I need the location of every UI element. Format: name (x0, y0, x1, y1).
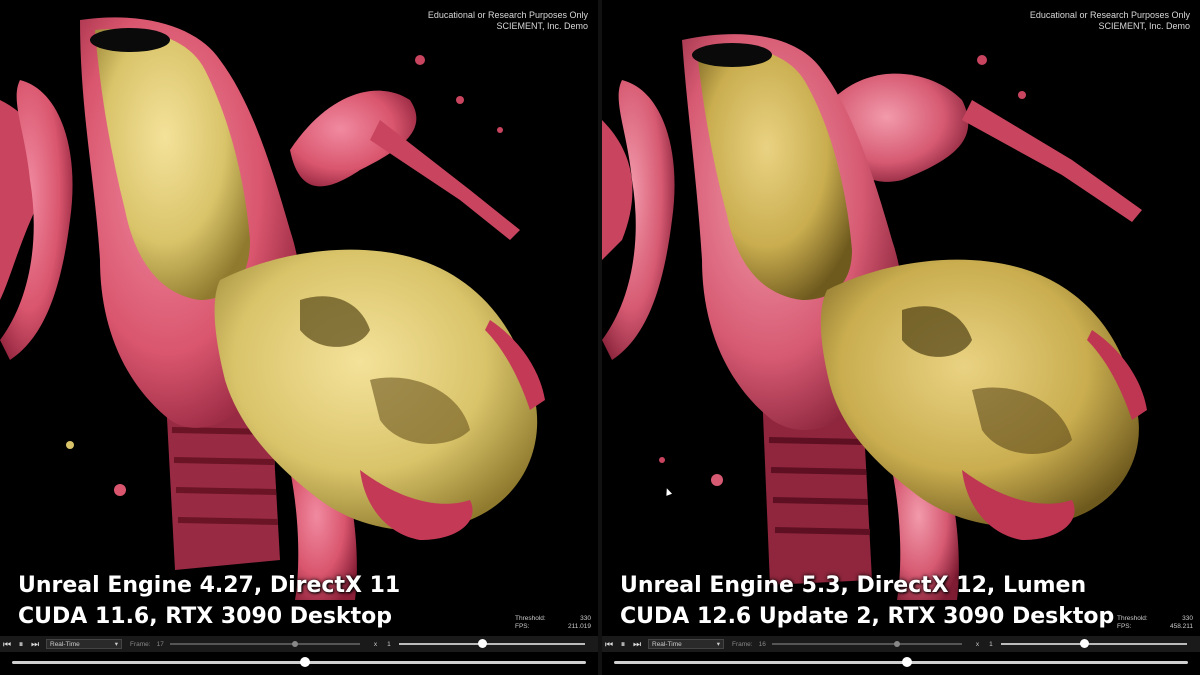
render-stats: Threshold: 330 FPS: 211.019 (515, 615, 591, 631)
watermark: Educational or Research Purposes Only SC… (1030, 10, 1190, 32)
frame-value: 17 (156, 640, 164, 648)
watermark-line: SCIEMENT, Inc. Demo (1098, 21, 1190, 31)
heart-volume-render (602, 34, 1147, 600)
render-panel-right: Educational or Research Purposes Only SC… (602, 0, 1200, 675)
pause-icon[interactable]: ⏸ (14, 637, 28, 651)
speed-slider-thumb[interactable] (477, 639, 487, 648)
threshold-value: 330 (1182, 615, 1193, 622)
fps-value: 458.211 (1169, 623, 1193, 630)
caption: Unreal Engine 4.27, DirectX 11 CUDA 11.6… (18, 570, 400, 632)
threshold-label: Threshold: (515, 615, 546, 622)
chevron-down-icon: ▾ (114, 641, 118, 648)
frame-slider[interactable] (169, 641, 360, 647)
frame-slider-thumb[interactable] (292, 641, 299, 647)
caption-line: CUDA 11.6, RTX 3090 Desktop (18, 604, 393, 629)
caption-line: Unreal Engine 4.27, DirectX 11 (18, 573, 401, 598)
timeline-slider[interactable] (614, 657, 1188, 667)
frame-slider-thumb[interactable] (894, 641, 901, 647)
step-back-icon[interactable]: ⏮ (0, 637, 14, 651)
volume-render-viewport[interactable] (602, 0, 1200, 632)
caption: Unreal Engine 5.3, DirectX 12, Lumen CUD… (620, 570, 1114, 632)
caption-line: Unreal Engine 5.3, DirectX 12, Lumen (620, 573, 1087, 598)
timeline-slider-thumb[interactable] (901, 657, 912, 667)
speed-slider-thumb[interactable] (1079, 639, 1089, 648)
speed-slider[interactable] (398, 639, 585, 648)
render-panel-left: Educational or Research Purposes Only SC… (0, 0, 598, 675)
step-back-icon[interactable]: ⏮ (602, 637, 616, 651)
speed-label: x (373, 640, 378, 648)
mode-select-value: Real-Time (652, 640, 682, 648)
threshold-label: Threshold: (1117, 615, 1148, 622)
playback-controls: ⏮ ⏸ ⏭ Real-Time ▾ Frame: 16 x 1 (602, 636, 1200, 652)
playback-controls: ⏮ ⏸ ⏭ Real-Time ▾ Frame: 17 x 1 (0, 636, 598, 652)
frame-label: Frame: (732, 640, 753, 648)
watermark-line: Educational or Research Purposes Only (427, 10, 588, 20)
frame-label: Frame: (130, 640, 151, 648)
speed-value: 1 (387, 640, 391, 648)
timeline-slider[interactable] (12, 657, 586, 667)
step-forward-icon[interactable]: ⏭ (28, 637, 42, 651)
step-forward-icon[interactable]: ⏭ (630, 637, 644, 651)
fps-label: FPS: (515, 623, 530, 630)
threshold-value: 330 (580, 615, 591, 622)
speed-label: x (975, 640, 980, 648)
mode-select[interactable]: Real-Time ▾ (648, 639, 724, 649)
heart-volume-render (0, 17, 545, 600)
watermark-line: Educational or Research Purposes Only (1029, 10, 1190, 20)
volume-render-viewport[interactable] (0, 0, 598, 632)
speed-slider[interactable] (1000, 639, 1187, 648)
fps-value: 211.019 (567, 623, 591, 630)
mode-select-value: Real-Time (50, 640, 80, 648)
caption-line: CUDA 12.6 Update 2, RTX 3090 Desktop (620, 604, 1115, 629)
watermark: Educational or Research Purposes Only SC… (428, 10, 588, 32)
mode-select[interactable]: Real-Time ▾ (46, 639, 122, 649)
chevron-down-icon: ▾ (716, 641, 720, 648)
watermark-line: SCIEMENT, Inc. Demo (496, 21, 588, 31)
timeline-slider-thumb[interactable] (299, 657, 310, 667)
render-stats: Threshold: 330 FPS: 458.211 (1117, 615, 1193, 631)
frame-value: 16 (758, 640, 766, 648)
frame-slider[interactable] (771, 641, 962, 647)
timeline (602, 652, 1200, 675)
fps-label: FPS: (1117, 623, 1132, 630)
speed-value: 1 (989, 640, 993, 648)
timeline (0, 652, 598, 675)
pause-icon[interactable]: ⏸ (616, 637, 630, 651)
